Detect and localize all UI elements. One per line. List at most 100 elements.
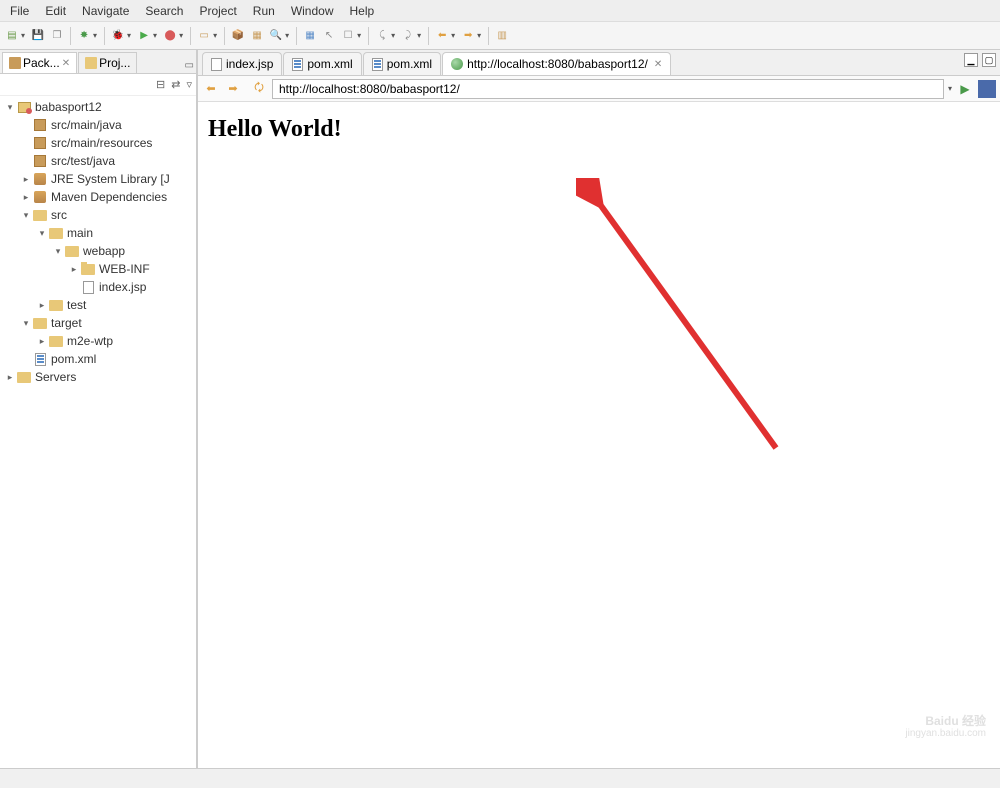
tree-item[interactable]: ▸Maven Dependencies xyxy=(0,188,196,206)
menu-window[interactable]: Window xyxy=(283,1,342,21)
tree-item-label: JRE System Library [J xyxy=(51,172,170,186)
menu-help[interactable]: Help xyxy=(342,1,383,21)
tree-item[interactable]: ▾ src xyxy=(0,206,196,224)
sidebar-tabs: Pack... ✕ Proj... ▭ xyxy=(0,50,196,74)
menu-file[interactable]: File xyxy=(2,1,37,21)
annotation-icon[interactable]: ↖ xyxy=(321,28,337,44)
sidebar: Pack... ✕ Proj... ▭ ⊟ ⇄ ▿ ▾babasport12sr… xyxy=(0,50,198,768)
tree-item[interactable]: ▸ test xyxy=(0,296,196,314)
folder-icon xyxy=(16,370,32,384)
editor-tab-pom-xml-1[interactable]: pom.xml xyxy=(283,52,361,75)
search-icon[interactable]: ▦ xyxy=(302,28,318,44)
new-server-icon[interactable]: ▭ xyxy=(196,28,212,44)
expand-arrow-icon[interactable]: ▸ xyxy=(36,336,48,347)
link-editor-icon[interactable]: ⇄ xyxy=(171,78,180,91)
browser-back-icon[interactable]: ⬅ xyxy=(202,80,220,98)
tree-item[interactable]: pom.xml xyxy=(0,350,196,368)
expand-arrow-icon[interactable]: ▾ xyxy=(36,228,48,239)
go-button[interactable]: ▶ xyxy=(956,80,974,98)
sidebar-toolbar: ⊟ ⇄ ▿ xyxy=(0,74,196,96)
browser-content: Hello World! Baidu 经验 jingyan.baidu.com xyxy=(198,102,1000,768)
browser-menu-icon[interactable] xyxy=(978,80,996,98)
close-icon[interactable]: ✕ xyxy=(654,59,662,70)
url-input[interactable] xyxy=(272,79,944,99)
expand-arrow-icon[interactable]: ▾ xyxy=(4,102,16,113)
minimize-view-icon[interactable]: ▁ xyxy=(964,53,978,67)
menu-run[interactable]: Run xyxy=(245,1,283,21)
debug-icon[interactable]: 🐞 xyxy=(110,28,126,44)
tree-item[interactable]: ▾babasport12 xyxy=(0,98,196,116)
tree-item[interactable]: ▾target xyxy=(0,314,196,332)
perspective-icon[interactable]: ▥ xyxy=(494,28,510,44)
expand-arrow-icon[interactable]: ▾ xyxy=(20,318,32,329)
new-class-icon[interactable]: ▦ xyxy=(249,28,265,44)
tree-item-label: src xyxy=(51,208,67,222)
main-toolbar: ▤▾ 💾 ❐ ✸▾ 🐞▾ ▶▾ ⬤▾ ▭▾ 📦 ▦ 🔍▾ ▦ ↖ ☐▾ ⤹▾ ⤸… xyxy=(0,22,1000,50)
tree-item-label: Servers xyxy=(35,370,76,384)
new-icon[interactable]: ▤ xyxy=(4,28,20,44)
expand-arrow-icon[interactable]: ▸ xyxy=(20,192,32,203)
globe-icon xyxy=(451,58,463,70)
tab-label: Proj... xyxy=(99,56,130,70)
project-icon xyxy=(85,57,97,69)
jar-icon xyxy=(32,190,48,204)
forward-nav-icon[interactable]: ➡ xyxy=(460,28,476,44)
tree-item[interactable]: ▸ JRE System Library [J xyxy=(0,170,196,188)
editor-tab-pom-xml-2[interactable]: pom.xml xyxy=(363,52,441,75)
folder-open-icon xyxy=(80,262,96,276)
editor-tab-browser[interactable]: http://localhost:8080/babasport12/ ✕ xyxy=(442,52,671,75)
tree-item[interactable]: src/main/resources xyxy=(0,134,196,152)
expand-arrow-icon[interactable]: ▸ xyxy=(68,264,80,275)
maximize-view-icon[interactable]: ▢ xyxy=(982,53,996,67)
forward-icon[interactable]: ⤸ xyxy=(400,28,416,44)
tree-item[interactable]: src/main/java xyxy=(0,116,196,134)
view-menu-icon[interactable]: ▿ xyxy=(186,78,192,91)
close-icon[interactable]: ✕ xyxy=(62,58,70,69)
open-type-icon[interactable]: 🔍 xyxy=(268,28,284,44)
project-icon xyxy=(16,100,32,114)
menu-project[interactable]: Project xyxy=(191,1,244,21)
task-icon[interactable]: ☐ xyxy=(340,28,356,44)
menu-search[interactable]: Search xyxy=(137,1,191,21)
run-icon[interactable]: ▶ xyxy=(136,28,152,44)
folder-icon xyxy=(48,334,64,348)
tree-item[interactable]: ▸WEB-INF xyxy=(0,260,196,278)
tree-item[interactable]: ▾ webapp xyxy=(0,242,196,260)
new-package-icon[interactable]: 📦 xyxy=(230,28,246,44)
expand-arrow-icon[interactable]: ▸ xyxy=(36,300,48,311)
collapse-all-icon[interactable]: ⊟ xyxy=(156,78,165,91)
pin-icon[interactable]: ⤹ xyxy=(374,28,390,44)
sidebar-tab-project-explorer[interactable]: Proj... xyxy=(78,52,137,73)
watermark-sub: jingyan.baidu.com xyxy=(905,728,986,740)
tree-item[interactable]: ▸ Servers xyxy=(0,368,196,386)
run-last-icon[interactable]: ⬤ xyxy=(162,28,178,44)
expand-arrow-icon[interactable]: ▾ xyxy=(20,210,32,221)
save-all-icon[interactable]: ❐ xyxy=(49,28,65,44)
save-icon[interactable]: 💾 xyxy=(30,28,46,44)
folder-icon xyxy=(32,316,48,330)
tree-item[interactable]: src/test/java xyxy=(0,152,196,170)
tree-item[interactable]: ▾main xyxy=(0,224,196,242)
tree-item-label: m2e-wtp xyxy=(67,334,113,348)
watermark-text: Baidu 经验 xyxy=(905,714,986,728)
tree-item-label: test xyxy=(67,298,86,312)
tree-item[interactable]: index.jsp xyxy=(0,278,196,296)
expand-arrow-icon[interactable]: ▸ xyxy=(4,372,16,383)
expand-arrow-icon[interactable]: ▾ xyxy=(52,246,64,257)
tab-label: pom.xml xyxy=(307,57,352,71)
build-icon[interactable]: ✸ xyxy=(76,28,92,44)
tree-item[interactable]: ▸ m2e-wtp xyxy=(0,332,196,350)
back-nav-icon[interactable]: ⬅ xyxy=(434,28,450,44)
menubar: File Edit Navigate Search Project Run Wi… xyxy=(0,0,1000,22)
menu-edit[interactable]: Edit xyxy=(37,1,74,21)
sidebar-tab-package-explorer[interactable]: Pack... ✕ xyxy=(2,52,77,73)
tree-item-label: webapp xyxy=(83,244,125,258)
menu-navigate[interactable]: Navigate xyxy=(74,1,137,21)
url-dropdown-icon[interactable]: ▾ xyxy=(948,84,952,93)
editor-tab-index-jsp[interactable]: index.jsp xyxy=(202,52,282,75)
browser-forward-icon[interactable]: ➡ xyxy=(224,80,242,98)
package-icon xyxy=(32,154,48,168)
minimize-icon[interactable]: ▭ xyxy=(183,58,196,73)
expand-arrow-icon[interactable]: ▸ xyxy=(20,174,32,185)
browser-refresh-icon[interactable]: 🗘 xyxy=(250,80,268,98)
